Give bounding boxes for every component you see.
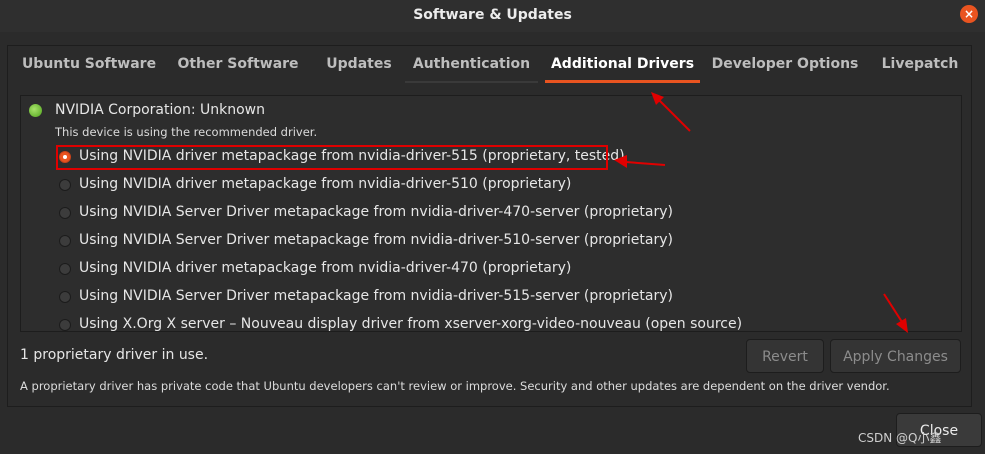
annotation-arrows	[614, 92, 908, 333]
arrow-to-tab	[651, 92, 691, 132]
arrow-to-selected-driver	[614, 155, 666, 168]
arrow-to-apply	[883, 293, 908, 333]
